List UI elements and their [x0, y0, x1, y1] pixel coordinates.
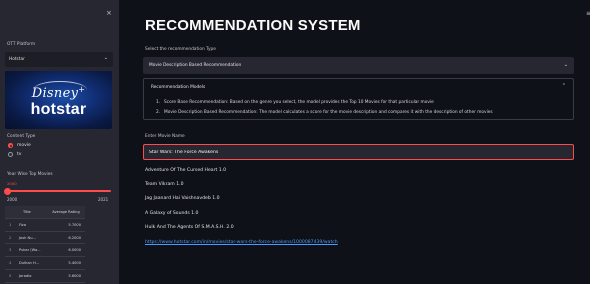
banner-logo-disney: Disney+: [31, 85, 86, 101]
banner-logo-hotstar: hotstar: [30, 101, 87, 118]
content-type-label: Content Type: [7, 134, 36, 139]
window-edge: [590, 0, 596, 284]
recommendation-models-expander[interactable]: Recommendation Models ⌃ 1. Score Base Re…: [143, 78, 574, 120]
list-item: Score Base Recommendation: Based on the …: [164, 100, 434, 105]
movie-name-input[interactable]: [144, 145, 573, 159]
list-number: 2.: [156, 110, 161, 115]
radio-tv-label: tv: [17, 152, 22, 157]
year-slider-label: Year Wise Top Movies: [7, 172, 53, 177]
radio-tv[interactable]: tv: [8, 151, 68, 158]
rec-type-label: Select the recommendation Type: [145, 47, 216, 52]
expander-title: Recommendation Models: [151, 85, 206, 90]
chevron-down-icon: ⌄: [563, 61, 568, 68]
column-header-title[interactable]: Title: [23, 210, 31, 214]
result-item: Jag Jaanard Hai Vaishnavdeb 1.0: [145, 196, 220, 201]
result-item: Hulk And The Agents Of S.M.A.S.H. 2.0: [145, 225, 234, 230]
row-rating: 6.0000: [68, 248, 81, 253]
row-title: Pukar (Wa...: [19, 248, 41, 253]
radio-unselected-icon: [8, 152, 13, 157]
rec-type-value: Movie Description Based Recommendation: [149, 63, 242, 68]
table-row[interactable]: 2 Josh Nu... 6.2000: [5, 232, 85, 245]
result-item: Adventure Of The Cursed Heart 1.0: [145, 168, 227, 173]
result-item: Team Vikram 1.0: [145, 182, 184, 187]
movie-name-field[interactable]: [143, 144, 574, 160]
row-title: Fiza: [19, 222, 26, 227]
row-index: 3: [9, 248, 12, 253]
row-rating: 5.6000: [68, 273, 81, 278]
movie-name-label: Enter Movie Name: [145, 134, 185, 139]
list-number: 1.: [156, 100, 161, 105]
year-slider-value: 2000: [7, 181, 17, 186]
ott-platform-value: Hotstar: [9, 57, 25, 62]
table-header: Title Average Rating: [5, 206, 85, 219]
row-title: Joradia: [19, 273, 32, 278]
row-rating: 5.7000: [68, 222, 81, 227]
row-rating: 6.2000: [68, 235, 81, 240]
row-index: 4: [9, 261, 12, 266]
movie-link[interactable]: https://www.hotstar.com/in/movies/star-w…: [145, 240, 338, 245]
list-item: Movie Description Based Recommendation: …: [164, 110, 493, 115]
row-index: 2: [9, 235, 12, 240]
sidebar: × OTT Platform Hotstar ⌄ Disney+ hotstar…: [0, 0, 119, 284]
app-window: × OTT Platform Hotstar ⌄ Disney+ hotstar…: [0, 0, 596, 284]
close-icon[interactable]: ×: [106, 9, 112, 17]
table-row[interactable]: 1 Fiza 5.7000: [5, 219, 85, 232]
table-row[interactable]: 3 Pukar (Wa... 6.0000: [5, 244, 85, 258]
table-row[interactable]: 5 Joradia 5.6000: [5, 270, 85, 283]
radio-selected-icon: [8, 143, 13, 148]
radio-movie-label: movie: [17, 143, 31, 148]
year-slider-max: 2021: [98, 197, 109, 202]
chevron-down-icon: ⌄: [103, 55, 108, 61]
row-title: Dulhan H...: [19, 261, 40, 266]
ott-platform-select[interactable]: Hotstar ⌄: [5, 52, 113, 67]
year-slider-thumb[interactable]: [4, 187, 11, 195]
row-index: 1: [9, 222, 12, 227]
row-title: Josh Nu...: [19, 235, 36, 240]
radio-movie[interactable]: movie: [8, 142, 68, 149]
row-index: 5: [9, 273, 12, 278]
year-slider-track[interactable]: [7, 190, 111, 192]
year-slider-min: 2000: [7, 197, 18, 202]
page-title: RECOMMENDATION SYSTEM: [145, 17, 361, 34]
rec-type-select[interactable]: Movie Description Based Recommendation ⌄: [143, 57, 574, 74]
top-movies-table[interactable]: Title Average Rating 1 Fiza 5.7000 2 Jos…: [5, 206, 85, 283]
chevron-up-icon[interactable]: ⌃: [562, 83, 566, 89]
disney-hotstar-banner: Disney+ hotstar: [5, 71, 112, 129]
row-rating: 5.4000: [68, 261, 81, 266]
column-header-rating[interactable]: Average Rating: [49, 210, 83, 214]
table-row[interactable]: 4 Dulhan H... 5.4000: [5, 257, 85, 270]
ott-platform-label: OTT Platform: [7, 42, 36, 47]
result-item: A Galaxy of Sounds 1.0: [145, 211, 199, 216]
main-content: ≡ RECOMMENDATION SYSTEM Select the recom…: [119, 0, 596, 284]
